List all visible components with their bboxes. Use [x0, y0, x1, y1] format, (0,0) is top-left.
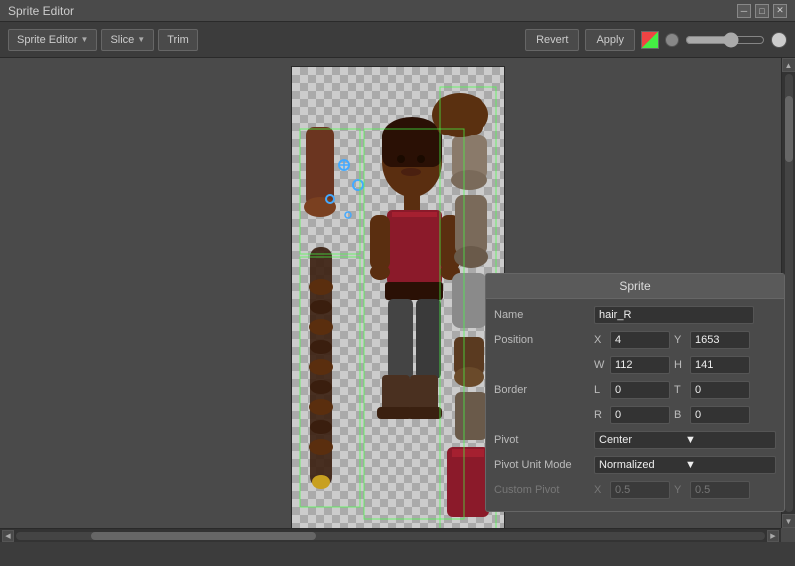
size-inputs: W H: [594, 356, 776, 374]
zoom-icon[interactable]: [771, 32, 787, 48]
pivot-label: Pivot: [494, 434, 594, 446]
name-label: Name: [494, 309, 594, 321]
custom-pivot-y-input[interactable]: [690, 481, 750, 499]
position-label: Position: [494, 334, 594, 346]
border-inputs-rb: R B: [594, 406, 776, 424]
size-row: W H: [494, 355, 776, 375]
custom-pivot-label: Custom Pivot: [494, 484, 594, 496]
close-button[interactable]: ✕: [773, 4, 787, 18]
l-label: L: [594, 384, 606, 396]
trim-button[interactable]: Trim: [158, 29, 198, 51]
title-bar: Sprite Editor ─ □ ✕: [0, 0, 795, 22]
w-label: W: [594, 359, 606, 371]
popup-header: Sprite: [486, 274, 784, 299]
scroll-down-arrow[interactable]: ▼: [782, 514, 795, 528]
zoom-slider-container: [685, 32, 765, 48]
r-label: R: [594, 409, 606, 421]
pivot-unit-mode-dropdown-arrow: ▼: [685, 459, 771, 471]
border-b-input[interactable]: [690, 406, 750, 424]
sprite-editor-menu[interactable]: Sprite Editor ▼: [8, 29, 97, 51]
scroll-up-arrow[interactable]: ▲: [782, 58, 795, 72]
sprite-editor-dropdown-arrow: ▼: [81, 35, 89, 44]
border-label: Border: [494, 384, 594, 396]
pivot-unit-mode-dropdown[interactable]: Normalized ▼: [594, 456, 776, 474]
t-label: T: [674, 384, 686, 396]
toolbar-right: Revert Apply: [525, 29, 787, 51]
title-bar-controls: ─ □ ✕: [737, 4, 787, 18]
revert-button[interactable]: Revert: [525, 29, 579, 51]
sprite-canvas[interactable]: [291, 66, 505, 542]
position-inputs: X Y: [594, 331, 776, 349]
canvas-area[interactable]: ▲ ▼ ◀ ▶ Sprite Name: [0, 58, 795, 542]
alpha-icon[interactable]: [665, 33, 679, 47]
pos-y-input[interactable]: [690, 331, 750, 349]
bottom-scrollbar: ◀ ▶: [0, 528, 781, 542]
border-l-input[interactable]: [610, 381, 670, 399]
pos-w-input[interactable]: [610, 356, 670, 374]
cpy-label: Y: [674, 484, 686, 496]
title-bar-label: Sprite Editor: [8, 4, 74, 18]
custom-pivot-inputs: X Y: [594, 481, 776, 499]
pivot-unit-mode-row: Pivot Unit Mode Normalized ▼: [494, 455, 776, 475]
popup-body: Name Position X Y: [486, 299, 784, 511]
pivot-dropdown-arrow: ▼: [685, 434, 771, 446]
pos-x-input[interactable]: [610, 331, 670, 349]
minimize-button[interactable]: ─: [737, 4, 751, 18]
pos-h-input[interactable]: [690, 356, 750, 374]
color-mode-icon[interactable]: [641, 31, 659, 49]
border-row2: R B: [494, 405, 776, 425]
border-row: Border L T: [494, 380, 776, 400]
custom-pivot-row: Custom Pivot X Y: [494, 480, 776, 500]
maximize-button[interactable]: □: [755, 4, 769, 18]
border-t-input[interactable]: [690, 381, 750, 399]
name-input[interactable]: [594, 306, 754, 324]
slice-dropdown-arrow: ▼: [137, 35, 145, 44]
b-label: B: [674, 409, 686, 421]
x-label: X: [594, 334, 606, 346]
custom-pivot-x-input[interactable]: [610, 481, 670, 499]
name-row: Name: [494, 305, 776, 325]
sprite-sheet-svg: [292, 67, 505, 542]
pivot-row: Pivot Center ▼: [494, 430, 776, 450]
cpx-label: X: [594, 484, 606, 496]
h-label: H: [674, 359, 686, 371]
position-row: Position X Y: [494, 330, 776, 350]
scroll-left-arrow[interactable]: ◀: [2, 530, 14, 542]
sprite-popup: Sprite Name Position X Y: [485, 273, 785, 512]
toolbar: Sprite Editor ▼ Slice ▼ Trim Revert Appl…: [0, 22, 795, 58]
apply-button[interactable]: Apply: [585, 29, 635, 51]
pivot-unit-mode-label: Pivot Unit Mode: [494, 459, 594, 471]
y-label: Y: [674, 334, 686, 346]
border-r-input[interactable]: [610, 406, 670, 424]
pivot-dropdown[interactable]: Center ▼: [594, 431, 776, 449]
scroll-right-arrow[interactable]: ▶: [767, 530, 779, 542]
zoom-slider[interactable]: [685, 32, 765, 48]
main-area: ▲ ▼ ◀ ▶ Sprite Name: [0, 58, 795, 542]
border-inputs-lt: L T: [594, 381, 776, 399]
slice-menu[interactable]: Slice ▼: [101, 29, 154, 51]
